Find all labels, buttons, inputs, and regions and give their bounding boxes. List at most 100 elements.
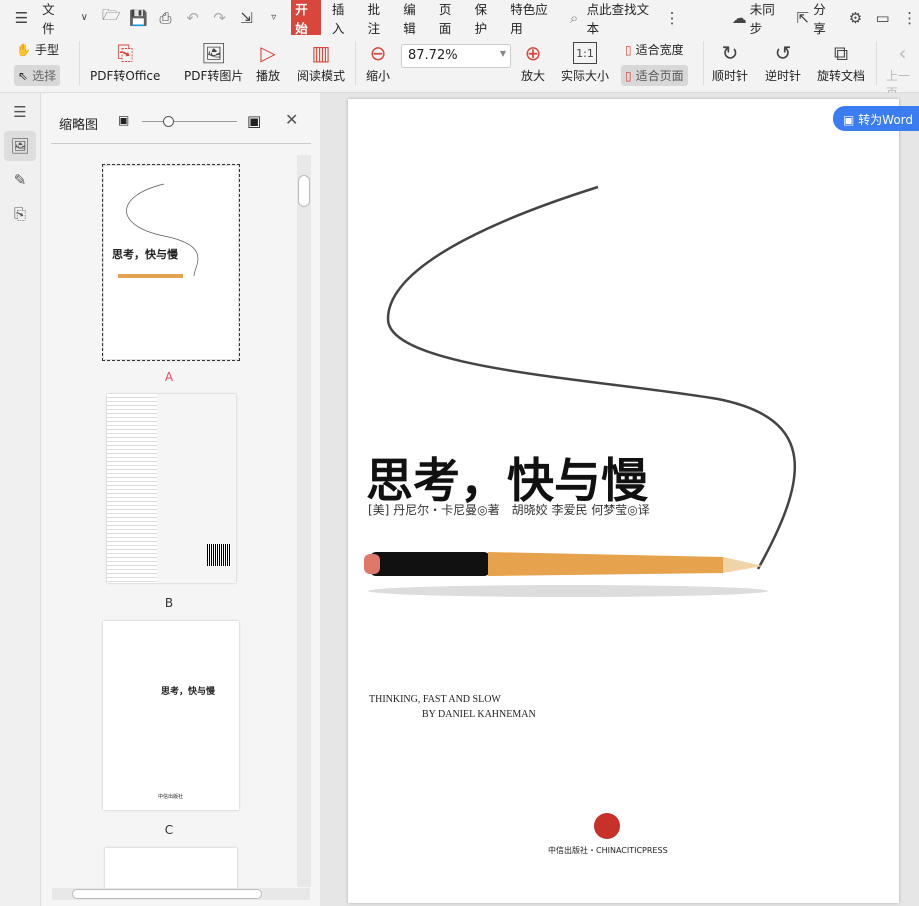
pdf-convert-icon: ⎘: [117, 41, 134, 65]
sync-status[interactable]: 未同步: [747, 0, 786, 37]
hand-label: 手型: [34, 43, 59, 57]
zoom-in-label: 放大: [521, 69, 546, 83]
rotate-cw-icon: ↻: [721, 41, 739, 65]
zoom-out-button[interactable]: ⊖ 缩小: [366, 39, 390, 84]
outline-icon[interactable]: ☰: [4, 97, 36, 127]
panel-title: 缩略图: [59, 118, 99, 133]
prev-page-button[interactable]: ‹上一页: [886, 39, 919, 101]
play-button[interactable]: ▷ 播放: [256, 39, 280, 84]
print-icon[interactable]: ⎙: [156, 9, 175, 27]
pdf-to-image-button[interactable]: 🖼 PDF转图片: [184, 39, 243, 84]
image-icon: 🖼: [201, 41, 227, 65]
open-folder-icon[interactable]: 🗁: [102, 5, 121, 30]
thumb-size-slider[interactable]: [142, 121, 237, 122]
fit-page-icon: ▯: [625, 68, 632, 83]
horizontal-scrollbar[interactable]: [52, 888, 310, 900]
fit-width-icon: ▯: [625, 42, 632, 57]
play-label: 播放: [256, 69, 281, 83]
publisher-logo: [594, 813, 620, 839]
zoom-in-icon: ⊕: [524, 41, 542, 65]
rotate-counterclockwise-button[interactable]: ↺ 逆时针: [765, 39, 801, 84]
tab-features[interactable]: 特色应用: [507, 0, 556, 37]
clockwise-label: 顺时针: [712, 69, 749, 83]
thumbnail-label-c: C: [164, 823, 174, 837]
book-authors: [美] 丹尼尔・卡尼曼◎著 胡晓姣 李爱民 何梦莹◎译: [368, 503, 650, 517]
hand-tool[interactable]: ✋ 手型: [16, 41, 59, 58]
actual-size-icon: 1:1: [573, 42, 597, 64]
thumbnail-page-b[interactable]: [107, 394, 236, 583]
side-rail: ☰ 🖼 ✎ ⎘: [0, 93, 41, 906]
menu-icon[interactable]: ☰: [12, 9, 31, 27]
read-mode-button[interactable]: ▥ 阅读模式: [297, 39, 345, 84]
fit-width-label: 适合宽度: [635, 43, 684, 57]
thumbnail-icon[interactable]: 🖼: [4, 131, 36, 161]
zoom-level-input[interactable]: 87.72% ▼: [401, 44, 511, 68]
thumbnail-label-b: B: [164, 596, 174, 610]
thumbnail-page-c[interactable]: 思考，快与慢 中信出版社: [103, 621, 239, 810]
scrollbar-thumb[interactable]: [298, 175, 310, 207]
scrollbar-thumb[interactable]: [72, 889, 262, 899]
gear-icon[interactable]: ⚙: [846, 9, 865, 27]
zoom-in-button[interactable]: ⊕ 放大: [521, 39, 545, 84]
kebab-icon[interactable]: ⋮: [663, 9, 682, 27]
select-label: 选择: [32, 69, 57, 83]
toolbar: ✋ 手型 ⇖ 选择 ⎘ PDF转Office 🖼 PDF转图片 ▷ 播放 ▥ 阅读模式 ⊖ 缩…: [0, 35, 919, 100]
counterclockwise-label: 逆时针: [765, 69, 802, 83]
rotate-doc-label: 旋转文档: [817, 69, 866, 83]
large-image-icon[interactable]: ▣: [247, 112, 261, 130]
rotate-document-button[interactable]: ⧉ 旋转文档: [817, 39, 865, 84]
tab-page[interactable]: 页面: [436, 0, 464, 37]
hand-icon: ✋: [16, 42, 31, 57]
signature-icon[interactable]: ⎘: [4, 199, 36, 229]
save-icon[interactable]: 💾: [129, 9, 148, 27]
fit-page-button[interactable]: ▯ 适合页面: [621, 65, 688, 86]
redo-icon[interactable]: ↷: [210, 9, 229, 27]
search-icon: ⌕: [569, 8, 579, 27]
pdf-to-office-label: PDF转Office: [90, 69, 161, 83]
tab-edit[interactable]: 编辑: [400, 0, 428, 37]
convert-to-word-button[interactable]: ▣ 转为Word: [833, 106, 919, 131]
more-vert-icon[interactable]: ⋮: [900, 9, 919, 27]
thumbnail-page-a[interactable]: 思考，快与慢: [102, 164, 240, 361]
word-icon: ▣: [843, 113, 859, 127]
vertical-scrollbar[interactable]: [297, 155, 311, 887]
barcode: [207, 544, 231, 566]
chevron-down-icon[interactable]: ∨: [75, 12, 94, 23]
select-tool[interactable]: ⇖ 选择: [14, 65, 61, 86]
zoom-out-icon: ⊖: [369, 41, 387, 65]
zoom-out-label: 缩小: [366, 69, 391, 83]
convert-label: 转为Word: [858, 113, 914, 127]
publisher-name: 中信出版社・CHINACITICPRESS: [548, 846, 668, 855]
tab-insert[interactable]: 插入: [329, 0, 357, 37]
comment-icon[interactable]: ▭: [873, 9, 892, 27]
title-bar: ☰ 文件 ∨ 🗁 💾 ⎙ ↶ ↷ ⇲ ▿ 开始 插入 批注 编辑 页面 保护 特…: [0, 0, 919, 39]
english-title: THINKING, FAST AND SLOW: [369, 694, 501, 705]
small-image-icon[interactable]: ▣: [118, 113, 129, 127]
share-button[interactable]: 分享: [810, 0, 838, 37]
file-menu[interactable]: 文件: [39, 0, 67, 37]
fit-width-button[interactable]: ▯ 适合宽度: [625, 41, 684, 58]
tab-start[interactable]: 开始: [291, 0, 321, 39]
pdf-to-office-button[interactable]: ⎘ PDF转Office: [90, 39, 160, 84]
slider-handle[interactable]: [163, 116, 174, 127]
pencil-line-drawing: [118, 183, 199, 278]
export-icon[interactable]: ⇲: [237, 9, 256, 27]
tab-annotate[interactable]: 批注: [365, 0, 393, 37]
close-icon[interactable]: ✕: [285, 110, 298, 129]
english-author: BY DANIEL KAHNEMAN: [422, 709, 536, 720]
pdf-to-image-label: PDF转图片: [184, 69, 244, 83]
thumb-publisher: 中信出版社: [158, 794, 184, 800]
annotation-icon[interactable]: ✎: [4, 165, 36, 195]
tab-protect[interactable]: 保护: [472, 0, 500, 37]
undo-icon[interactable]: ↶: [183, 9, 202, 27]
thumb-title: 思考，快与慢: [112, 248, 178, 261]
more-icon[interactable]: ▿: [264, 12, 283, 23]
actual-size-label: 实际大小: [561, 69, 610, 83]
search-input[interactable]: 点此查找文本: [584, 0, 655, 37]
dropdown-icon[interactable]: ▼: [500, 49, 506, 58]
rotate-clockwise-button[interactable]: ↻ 顺时针: [712, 39, 748, 84]
actual-size-button[interactable]: 1:1 实际大小: [561, 39, 609, 84]
rotate-doc-icon: ⧉: [833, 41, 849, 65]
play-icon: ▷: [260, 41, 276, 65]
fit-page-label: 适合页面: [635, 69, 684, 83]
